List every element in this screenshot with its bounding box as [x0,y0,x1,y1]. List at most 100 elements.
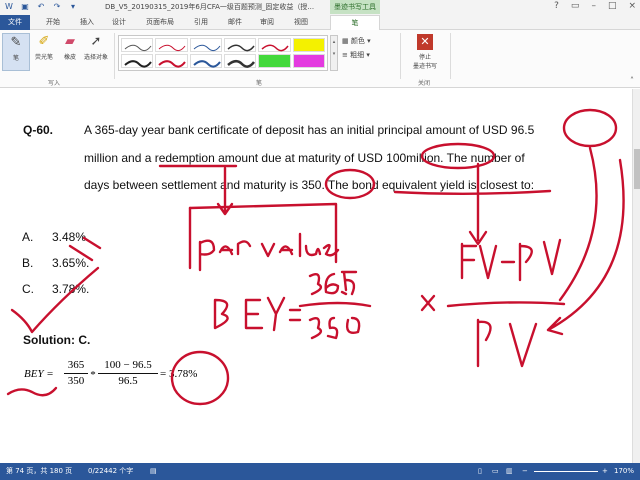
option-b-letter: B. [22,256,34,270]
tab-review[interactable]: 审阅 [256,15,278,30]
highlighter-tool-label: 荧光笔 [34,54,53,61]
cursor-icon: ➚ [90,34,102,49]
fraction-bar [98,373,158,374]
pen-style-7[interactable] [121,54,154,68]
tab-file[interactable]: 文件 [0,15,30,30]
ribbon-tabs: 文件 开始 插入 设计 页面布局 引用 邮件 审阅 视图 笔 登录 [0,14,640,38]
pen-style-3[interactable] [189,38,222,52]
question-line-1: A 365-day year bank certificate of depos… [84,123,535,137]
formula-den2: 96.5 [118,375,138,387]
tab-pens[interactable]: 笔 [330,15,380,30]
eraser-tool-button[interactable]: ▰ 橡皮 [56,33,84,61]
page-count[interactable]: 第 74 页，共 180 页 [6,463,72,480]
tab-insert[interactable]: 插入 [76,15,98,30]
eraser-tool-label: 橡皮 [63,54,76,61]
status-bar: 第 74 页，共 180 页 0/22442 个字 ▤ ▯ ▭ ▥ − + 17… [0,463,640,480]
select-objects-label: 选择对象 [83,54,108,61]
pen-gallery-scroll[interactable]: ▴ ▾ [330,35,338,71]
weight-label: 粗细 [350,51,365,59]
tab-design[interactable]: 设计 [108,15,130,30]
undo-icon[interactable]: ↶ [36,2,46,12]
read-mode-icon[interactable]: ▯ [478,463,482,480]
tab-view[interactable]: 视图 [290,15,312,30]
scrollbar-thumb[interactable] [634,149,640,189]
highlighter-tool-button[interactable]: ✐ 荧光笔 [30,33,58,61]
select-objects-button[interactable]: ➚ 选择对象 [82,33,110,61]
color-dropdown[interactable]: ▦ 颜色 ▾ [342,36,371,46]
group-pen-label: 笔 [256,80,263,87]
pen-style-4[interactable] [223,38,257,52]
ribbon-separator [400,33,401,79]
save-icon[interactable]: ▣ [20,2,30,12]
pen-tool-label: 笔 [12,55,19,62]
group-write-label: 写入 [48,80,61,87]
collapse-ribbon-icon[interactable]: ˄ [630,76,634,85]
word-count[interactable]: 0/22442 个字 [88,463,133,480]
zoom-level[interactable]: 170% [614,463,634,480]
highlighter-icon: ✐ [38,34,50,49]
redo-icon[interactable]: ↷ [52,2,62,12]
question-number: Q-60. [23,123,54,137]
maximize-button[interactable]: □ [608,1,617,11]
option-b-text: 3.65%. [52,256,90,270]
color-label: 颜色 [350,37,365,45]
pen-gallery [118,35,328,71]
word-logo-icon: W [5,2,13,11]
formula-lhs: BEY = [24,368,54,380]
tab-references[interactable]: 引用 [190,15,212,30]
ink-tools-context-label: 墨迹书写工具 [330,0,380,14]
formula-num1: 365 [67,359,85,371]
pen-style-10[interactable] [223,54,257,68]
highlighter-yellow[interactable] [292,38,325,52]
window-controls: ? ▭ – □ × [554,1,636,11]
proofing-icon[interactable]: ▤ [150,463,157,480]
question-line-3: days between settlement and maturity is … [84,178,535,192]
title-bar: W ▣ ↶ ↷ ▾ DB_V5_20190315_2019年6月CFA一级百题预… [0,0,640,14]
tab-mailings[interactable]: 邮件 [224,15,246,30]
fraction-bar [64,373,88,374]
print-layout-icon[interactable]: ▭ [492,463,499,480]
ribbon-display-button[interactable]: ▭ [571,1,580,11]
stop-inking-label: 停止 墨迹书写 [412,54,437,70]
formula-mult: * [90,369,96,381]
pen-style-5[interactable] [258,38,291,52]
customize-icon[interactable]: ▾ [68,2,78,12]
solution-label: Solution: C. [23,333,91,347]
pen-tool-button[interactable]: ✎ 笔 [2,33,30,71]
pen-style-2[interactable] [155,38,188,52]
minimize-button[interactable]: – [591,1,596,11]
pen-style-8[interactable] [155,54,188,68]
option-c-text: 3.78%. [52,282,90,296]
pen-icon: ✎ [10,35,22,50]
formula-den1: 350 [67,375,85,387]
weight-dropdown[interactable]: ≡ 粗细 ▾ [342,50,370,60]
vertical-scrollbar[interactable] [632,89,640,463]
pen-style-9[interactable] [189,54,222,68]
stop-inking-icon: ✕ [417,34,433,50]
highlighter-magenta[interactable] [292,54,325,68]
stop-inking-button[interactable]: ✕ 停止 墨迹书写 [406,34,444,70]
highlighter-green[interactable] [258,54,291,68]
close-button[interactable]: × [628,1,636,11]
option-a-text: 3.48%. [52,230,90,244]
group-close-label: 关闭 [418,80,431,87]
question-line-2: million and a redemption amount due at m… [84,151,525,165]
tab-home[interactable]: 开始 [42,15,64,30]
formula-result: = 3.78% [160,368,198,380]
tab-layout[interactable]: 页面布局 [142,15,178,30]
web-layout-icon[interactable]: ▥ [506,463,513,480]
ribbon-separator [114,33,115,79]
window-title: DB_V5_20190315_2019年6月CFA一级百题预测_固定收益（授..… [105,3,315,11]
ribbon: ✎ 笔 ✐ 荧光笔 ▰ 橡皮 ➚ 选择对象 ▴ ▾ ▦ 颜色 ▾ ≡ 粗细 ▾ ✕… [0,30,640,88]
zoom-in-icon[interactable]: + [602,463,608,480]
zoom-out-icon[interactable]: − [522,463,528,480]
eraser-icon: ▰ [65,34,75,49]
quick-access-toolbar: W ▣ ↶ ↷ ▾ [4,2,78,12]
option-a-letter: A. [22,230,34,244]
option-c-letter: C. [22,282,34,296]
help-button[interactable]: ? [554,1,559,11]
zoom-slider[interactable] [534,471,598,472]
pen-style-1[interactable] [121,38,154,52]
ribbon-separator [450,33,451,79]
formula-num2: 100 − 96.5 [104,359,152,371]
